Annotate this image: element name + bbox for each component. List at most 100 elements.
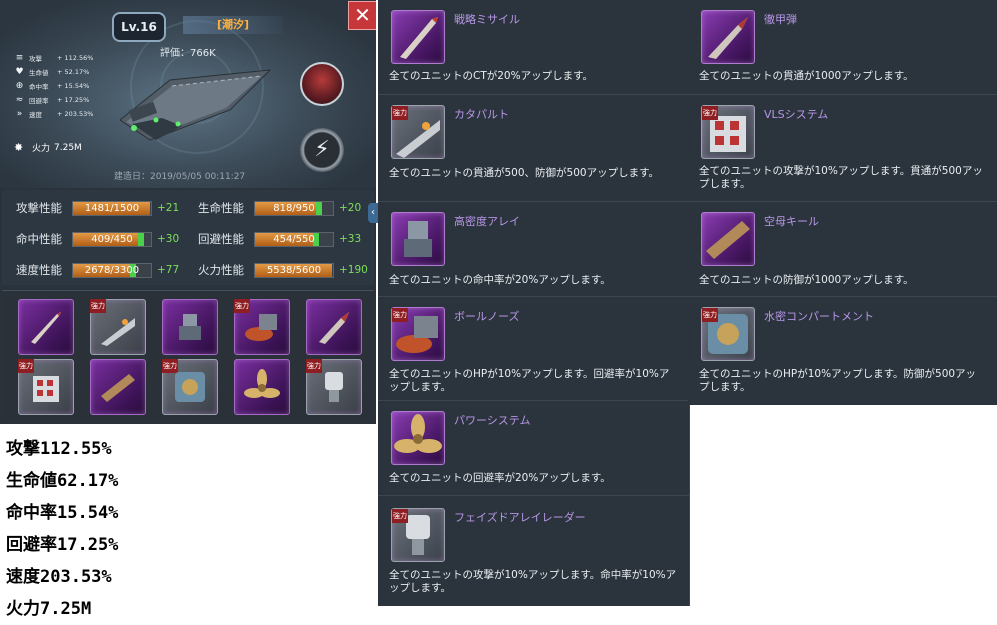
enhanced-tag: 強力 [392, 509, 408, 523]
stat-bonus: +190 [339, 264, 368, 276]
percent-line: 生命値62.17% [6, 471, 119, 491]
stat-label: 攻撃性能 [16, 201, 62, 215]
bonus-summary: ≡ 攻撃 + 112.56% ♥ 生命値 + 52.17% ⊕ 命中率 + 15… [14, 51, 93, 121]
radar-icon: 強力 [391, 508, 445, 562]
bonus-label: 攻撃 [29, 55, 42, 63]
ship-name: [潮汐] [183, 16, 283, 34]
module-entry[interactable]: 強力 ボールノーズ 全てのユニットのHPが10%アップします。回避率が10%アッ… [378, 297, 689, 401]
equip-slot-propeller[interactable] [234, 359, 290, 415]
ap-shell-icon [701, 10, 755, 64]
stat-bonus: +33 [339, 233, 362, 245]
collapse-arrow-icon[interactable]: ‹ [368, 203, 378, 223]
equip-slot-ball-nose[interactable]: 強力 [234, 299, 290, 355]
equip-slot-missile[interactable] [18, 299, 74, 355]
module-entry[interactable]: 徹甲弾 全てのユニットの貫通が1000アップします。 [688, 0, 997, 95]
stat-value: 5538/5600 [266, 264, 322, 276]
percent-line: 命中率15.54% [6, 503, 119, 523]
module-description: 全てのユニットの防御が1000アップします。 [699, 274, 914, 286]
firepower-value: 7.25M [54, 142, 82, 153]
bonus-value: + 15.54% [57, 82, 90, 90]
module-title: カタパルト [454, 108, 509, 121]
module-title: 徹甲弾 [764, 13, 797, 26]
watertight-door-icon: 強力 [701, 307, 755, 361]
enhanced-tag: 強力 [702, 308, 718, 322]
ap-shell-icon [319, 312, 349, 344]
attack-icon: ≡ [15, 53, 24, 63]
bonus-value: + 203.53% [57, 110, 94, 118]
module-entry[interactable]: パワーシステム 全てのユニットの回避率が20%アップします。 [378, 401, 689, 496]
stat-bar: 2678/3300 [72, 262, 152, 278]
stat-label: 速度性能 [16, 263, 62, 277]
ball-nose-icon: 強力 [391, 307, 445, 361]
stat-bonus: +20 [339, 202, 362, 214]
propeller-icon [391, 411, 445, 465]
catapult-icon: 強力 [391, 105, 445, 159]
equip-slot-keel[interactable] [90, 359, 146, 415]
module-entry[interactable]: 戦略ミサイル 全てのユニットのCTが20%アップします。 [378, 0, 689, 95]
percent-summary: 攻撃112.55% 生命値62.17% 命中率15.54% 回避率17.25% … [6, 433, 118, 625]
percent-line: 攻撃112.55% [6, 439, 112, 459]
stat-value: 409/450 [91, 233, 133, 245]
percent-line: 火力7.25M [6, 599, 92, 619]
stat-value: 2678/3300 [84, 264, 140, 276]
module-description: 全てのユニットの命中率が20%アップします。 [389, 274, 611, 286]
module-title: ボールノーズ [454, 310, 520, 323]
module-description: 全てのユニットの回避率が20%アップします。 [389, 472, 611, 484]
equip-slot-compartment[interactable]: 強力 [162, 359, 218, 415]
stat-bonus: +21 [157, 202, 180, 214]
vls-icon: 強力 [701, 105, 755, 159]
module-entry[interactable]: 高密度アレイ 全てのユニットの命中率が20%アップします。 [378, 202, 689, 297]
bonus-label: 命中率 [29, 83, 49, 91]
bonus-row-speed: » 速度 + 203.53% [14, 107, 94, 121]
module-entry[interactable]: 強力 フェイズドアレイレーダー 全てのユニットの攻撃が10%アップします。命中率… [378, 496, 689, 606]
percent-line: 回避率17.25% [6, 535, 119, 555]
array-icon [391, 212, 445, 266]
module-entry[interactable]: 強力 水密コンパートメント 全てのユニットのHPが10%アップします。防御が50… [688, 297, 997, 405]
keel-icon [701, 212, 755, 266]
equip-slot-vls[interactable]: 強力 [18, 359, 74, 415]
bonus-value: + 17.25% [57, 96, 90, 104]
equip-slot-radar[interactable]: 強力 [306, 359, 362, 415]
bonus-label: 速度 [29, 111, 42, 119]
stat-label: 命中性能 [16, 232, 62, 246]
module-description: 全てのユニットの攻撃が10%アップします。貫通が500アップします。 [699, 165, 983, 190]
equip-slot-catapult[interactable]: 強力 [90, 299, 146, 355]
propeller-icon [244, 369, 280, 398]
stat-bonus: +30 [157, 233, 180, 245]
percent-line: 速度203.53% [6, 567, 112, 587]
stat-value: 818/950 [273, 202, 315, 214]
stat-label: 生命性能 [198, 201, 244, 215]
module-title: 戦略ミサイル [454, 13, 520, 26]
firepower-label: 火力 [32, 144, 51, 154]
enhanced-tag: 強力 [702, 106, 718, 120]
stat-bar: 409/450 [72, 231, 152, 247]
equip-slot-array[interactable] [162, 299, 218, 355]
stat-row: 火力性能 5538/5600 +190 [198, 262, 368, 278]
bonus-value: + 52.17% [57, 68, 90, 76]
radar-icon [325, 372, 343, 402]
module-description: 全てのユニットの攻撃が10%アップします。命中率が10%アップします。 [389, 569, 677, 594]
vls-icon [33, 376, 59, 402]
equip-slot-ap-shell[interactable] [306, 299, 362, 355]
stat-row: 攻撃性能 1481/1500 +21 [16, 200, 179, 216]
stat-label: 火力性能 [198, 263, 244, 277]
aircraft-carrier-image [119, 69, 272, 141]
module-title: VLSシステム [764, 108, 829, 121]
module-title: 高密度アレイ [454, 215, 520, 228]
module-list-left: 戦略ミサイル 全てのユニットのCTが20%アップします。 強力 カタパルト 全て… [378, 0, 690, 606]
stat-bar: 5538/5600 [254, 262, 334, 278]
bonus-label: 回避率 [29, 97, 49, 105]
lightning-icon[interactable]: ⚡ [300, 128, 344, 172]
keel-icon [101, 374, 135, 402]
module-entry[interactable]: 強力 VLSシステム 全てのユニットの攻撃が10%アップします。貫通が500アッ… [688, 95, 997, 202]
close-button[interactable]: ✕ [348, 1, 376, 30]
bonus-row-hp: ♥ 生命値 + 52.17% [14, 65, 93, 79]
stat-row: 速度性能 2678/3300 +77 [16, 262, 179, 278]
ship-header: Lv.16 [潮汐] ✕ 評価：766K ≡ 攻撃 + 112.56% ♥ 生命… [0, 0, 376, 188]
module-entry[interactable]: 強力 カタパルト 全てのユニットの貫通が500、防御が500アップします。 [378, 95, 689, 202]
module-title: フェイズドアレイレーダー [454, 511, 586, 524]
captain-avatar[interactable] [300, 62, 344, 106]
performance-stats: 攻撃性能 1481/1500 +21 生命性能 818/950 +20 命中性能… [2, 190, 374, 285]
module-entry[interactable]: 空母キール 全てのユニットの防御が1000アップします。 [688, 202, 997, 297]
bonus-row-accuracy: ⊕ 命中率 + 15.54% [14, 79, 93, 93]
